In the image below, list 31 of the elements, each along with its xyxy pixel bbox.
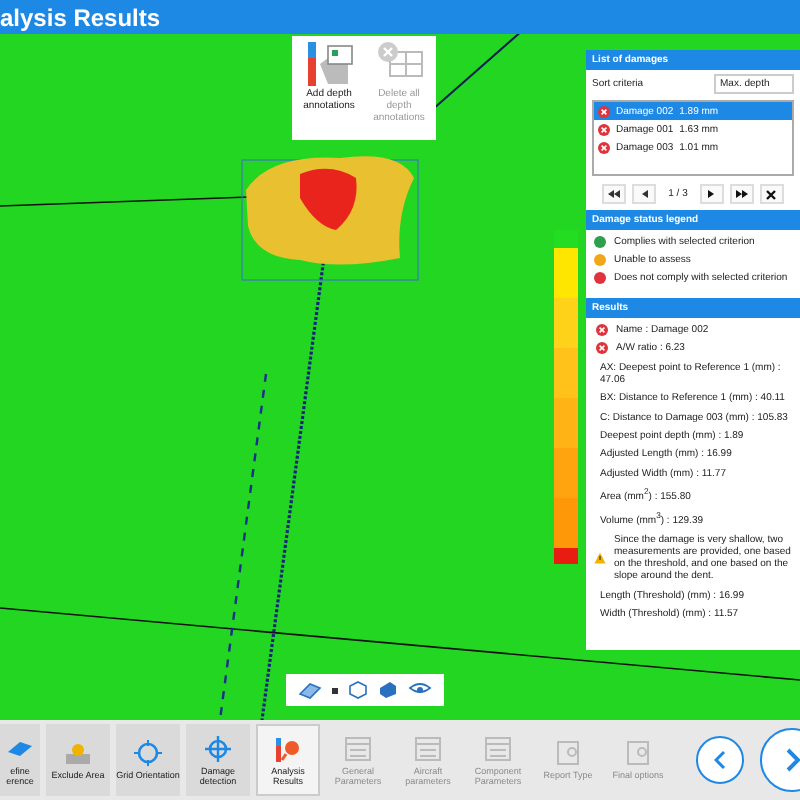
error-icon: [598, 123, 610, 135]
back-button[interactable]: [696, 736, 744, 784]
next-icon: [708, 190, 715, 198]
error-icon: [598, 105, 610, 117]
form-icon: [414, 735, 442, 761]
chevron-right-icon: [785, 748, 799, 772]
error-icon: [596, 324, 608, 336]
warning-icon: [594, 552, 606, 565]
form-icon: [484, 735, 512, 761]
first-page-button[interactable]: [602, 184, 627, 204]
target-icon: [204, 735, 232, 761]
next-page-button[interactable]: [699, 184, 724, 204]
chart-icon: [274, 735, 302, 761]
last-page-button[interactable]: [729, 184, 754, 204]
form-icon: [344, 735, 372, 761]
first-icon: [608, 190, 621, 198]
doc-icon: [554, 740, 582, 766]
last-icon: [735, 190, 748, 198]
eye-icon[interactable]: [407, 682, 432, 698]
previous-page-button[interactable]: [632, 184, 657, 204]
view-mode-icon[interactable]: [298, 681, 323, 699]
previous-icon: [641, 190, 648, 198]
dropdown-icon[interactable]: [332, 687, 339, 693]
cube-icon[interactable]: [347, 680, 368, 700]
doc-icon: [624, 740, 652, 766]
error-icon: [596, 342, 608, 355]
chevron-left-icon: [714, 750, 726, 770]
window-title: alysis Results: [0, 3, 161, 31]
close-button[interactable]: [759, 184, 784, 204]
close-icon: [766, 189, 777, 199]
error-icon: [598, 141, 610, 153]
